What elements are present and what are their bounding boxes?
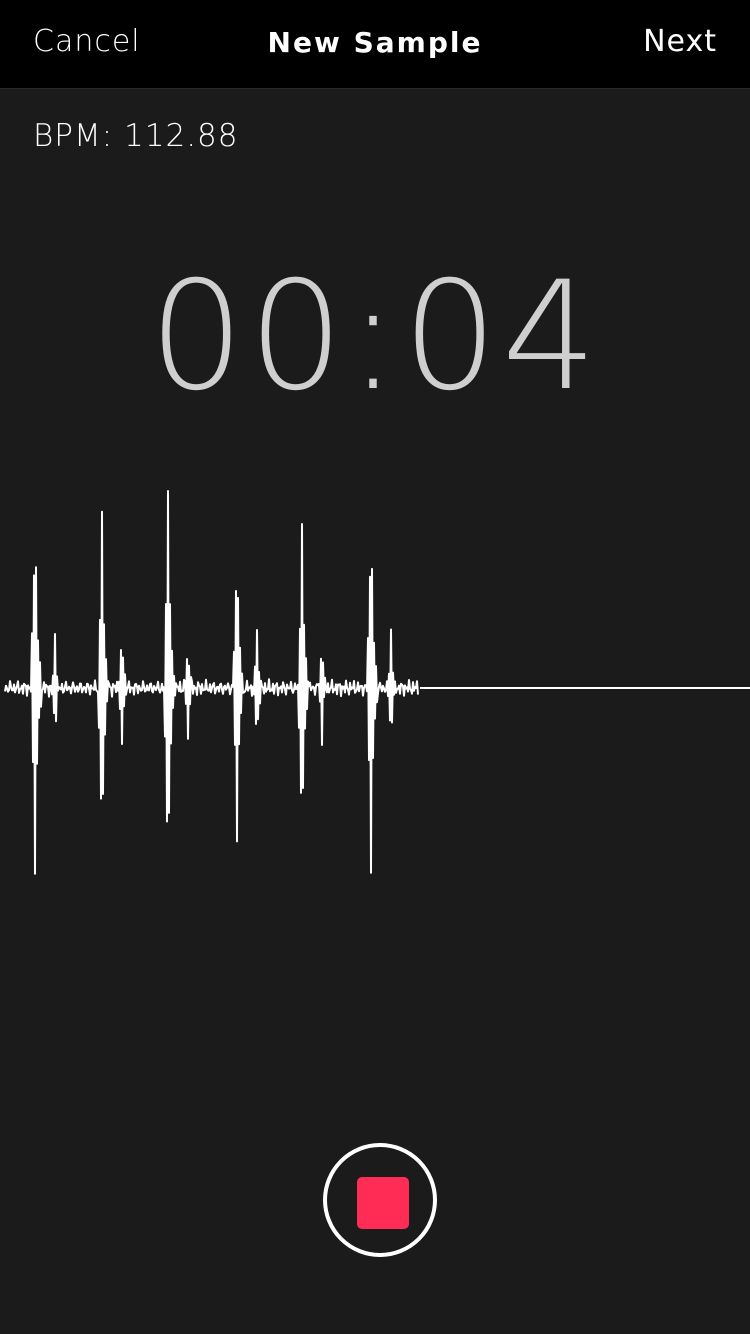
audio-waveform	[4, 490, 750, 875]
page-title: New Sample	[267, 26, 483, 59]
recording-timer: 00:04	[148, 250, 602, 424]
new-sample-screen: Cancel New Sample Next BPM: 112.88 00:04	[0, 0, 750, 1334]
stop-recording-button[interactable]	[323, 1143, 437, 1257]
bpm-readout: BPM: 112.88	[33, 118, 239, 154]
navigation-bar: Cancel New Sample Next	[0, 0, 750, 89]
stop-icon	[357, 1177, 409, 1229]
next-button[interactable]: Next	[643, 24, 717, 59]
waveform-trace	[4, 490, 419, 875]
